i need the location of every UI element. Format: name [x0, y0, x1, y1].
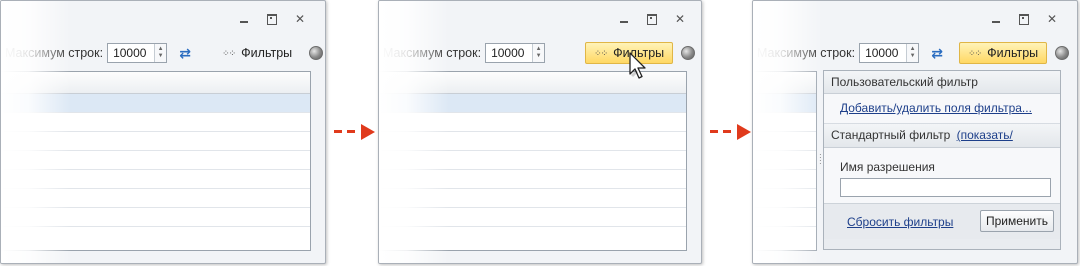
close-icon[interactable]: ✕ — [1045, 13, 1059, 25]
grid-header — [1, 72, 310, 94]
reset-filters-link[interactable]: Сбросить фильтры — [847, 215, 953, 229]
standard-filter-label: Стандартный фильтр — [831, 128, 951, 142]
filters-button[interactable]: ⁘⁘ Фильтры — [213, 42, 301, 64]
table-row[interactable] — [379, 189, 686, 208]
table-row[interactable] — [1, 94, 310, 113]
spinner-arrows-icon[interactable]: ▲ ▼ — [154, 44, 167, 62]
max-rows-value[interactable]: 10000 — [108, 44, 154, 62]
standard-filter-header: Стандартный фильтр (показать/спрятать) — [824, 124, 1060, 164]
spinner-arrows-icon[interactable]: ▲ ▼ — [532, 44, 545, 62]
table-row[interactable] — [753, 132, 816, 151]
table-row[interactable] — [379, 208, 686, 227]
data-grid[interactable] — [1, 71, 311, 251]
table-row[interactable] — [1, 189, 310, 208]
table-row[interactable] — [1, 113, 310, 132]
table-row[interactable] — [1, 151, 310, 170]
refresh-icon[interactable]: ⇄ — [929, 45, 945, 61]
add-remove-fields-link[interactable]: Добавить/удалить поля фильтра... — [840, 101, 1032, 115]
minimize-icon[interactable] — [989, 13, 1003, 25]
filters-button-label: Фильтры — [241, 46, 293, 60]
status-ball-icon[interactable] — [309, 46, 324, 60]
filters-button[interactable]: ⁘⁘ Фильтры — [959, 42, 1048, 64]
window-step-1: ✕ Максимум строк: 10000 ▲ ▼ ⇄ ⁘⁘ Фильтры — [0, 0, 326, 264]
table-row[interactable] — [1, 170, 310, 189]
permission-name-input[interactable] — [840, 178, 1051, 197]
filter-dots-icon: ⁘⁘ — [594, 47, 608, 58]
window-controls: ✕ — [617, 12, 687, 26]
max-rows-value[interactable]: 10000 — [486, 44, 532, 62]
table-row[interactable] — [379, 94, 686, 113]
data-grid[interactable] — [753, 71, 817, 251]
toolbar: Максимум строк: 10000 ▲▼ ⇄ ⁘⁘ Фильтры — [1, 37, 325, 69]
data-grid[interactable] — [379, 71, 687, 251]
table-row[interactable] — [753, 170, 816, 189]
step-arrow — [328, 124, 376, 140]
table-row[interactable] — [1, 208, 310, 227]
table-row[interactable] — [379, 151, 686, 170]
table-row[interactable] — [379, 170, 686, 189]
table-row[interactable] — [753, 189, 816, 208]
apply-button[interactable]: Применить — [980, 210, 1054, 232]
max-rows-spinner[interactable]: 10000 ▲ ▼ — [485, 43, 546, 63]
splitter-handle[interactable]: · · · · — [819, 151, 822, 168]
close-icon[interactable]: ✕ — [673, 13, 687, 25]
max-rows-spinner[interactable]: 10000 ▲ ▼ — [859, 43, 920, 63]
refresh-icon[interactable]: ⇄ — [177, 45, 193, 61]
filter-panel: Пользовательский фильтр Добавить/удалить… — [823, 70, 1061, 250]
mouse-cursor-icon — [629, 52, 646, 79]
window-controls: ✕ — [237, 12, 307, 26]
custom-filter-header: Пользовательский фильтр — [824, 71, 1060, 94]
status-ball-icon[interactable] — [681, 46, 696, 60]
status-ball-icon[interactable] — [1055, 46, 1070, 60]
table-row[interactable] — [379, 132, 686, 151]
max-rows-label: Максимум строк: — [5, 46, 104, 60]
window-step-2: ✕ Максимум строк: 10000 ▲▼ ⇄ ⁘⁘ Фильтры — [378, 0, 702, 264]
table-row[interactable] — [1, 132, 310, 151]
filter-dots-icon: ⁘⁘ — [968, 47, 982, 58]
toolbar: Максимум строк: 10000 ▲▼ ⇄ ⁘⁘ Фильтры — [753, 37, 1077, 69]
window-step-3: ✕ Максимум строк: 10000 ▲ ▼ ⇄ ⁘⁘ Фильтры … — [752, 0, 1078, 264]
spinner-arrows-icon[interactable]: ▲ ▼ — [906, 44, 919, 62]
maximize-icon[interactable] — [265, 13, 279, 25]
table-row[interactable] — [753, 151, 816, 170]
toolbar: Максимум строк: 10000 ▲▼ ⇄ ⁘⁘ Фильтры — [379, 37, 701, 69]
step-arrow — [704, 124, 752, 140]
close-icon[interactable]: ✕ — [293, 13, 307, 25]
max-rows-label: Максимум строк: — [383, 46, 482, 60]
filters-button-label: Фильтры — [987, 46, 1039, 60]
maximize-icon[interactable] — [1017, 13, 1031, 25]
maximize-icon[interactable] — [645, 13, 659, 25]
max-rows-value[interactable]: 10000 — [860, 44, 906, 62]
minimize-icon[interactable] — [617, 13, 631, 25]
grid-header — [753, 72, 816, 94]
max-rows-spinner[interactable]: 10000 ▲ ▼ — [107, 43, 168, 63]
table-row[interactable] — [379, 113, 686, 132]
permission-name-label: Имя разрешения — [840, 160, 935, 174]
table-row[interactable] — [753, 113, 816, 132]
max-rows-label: Максимум строк: — [757, 46, 856, 60]
minimize-icon[interactable] — [237, 13, 251, 25]
window-controls: ✕ — [989, 12, 1059, 26]
filter-dots-icon: ⁘⁘ — [222, 47, 236, 58]
table-row[interactable] — [753, 208, 816, 227]
table-row[interactable] — [753, 94, 816, 113]
